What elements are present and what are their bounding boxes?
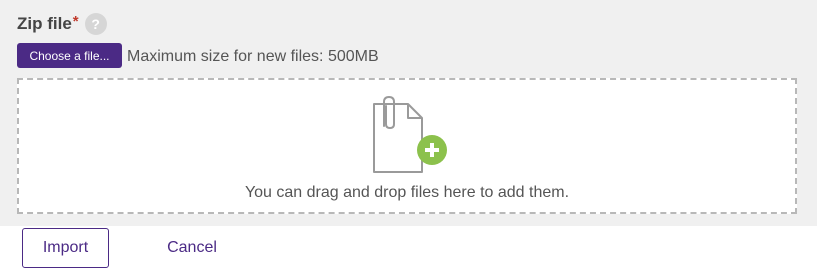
max-size-text: Maximum size for new files: 500MB xyxy=(127,48,379,65)
required-marker: * xyxy=(72,12,79,30)
file-add-icon xyxy=(373,96,447,173)
file-dropzone[interactable]: You can drag and drop files here to add … xyxy=(17,78,797,214)
choose-file-button[interactable]: Choose a file... xyxy=(17,43,122,68)
help-icon[interactable]: ? xyxy=(84,13,107,35)
import-button[interactable]: Import xyxy=(22,228,109,268)
dropzone-text: You can drag and drop files here to add … xyxy=(244,184,570,201)
file-upload-panel: Zip file * ? Choose a file... Maximum si… xyxy=(0,0,817,226)
cancel-button[interactable]: Cancel xyxy=(156,228,228,268)
field-label-text: Zip file xyxy=(17,14,72,33)
field-label: Zip file * ? xyxy=(17,13,107,35)
